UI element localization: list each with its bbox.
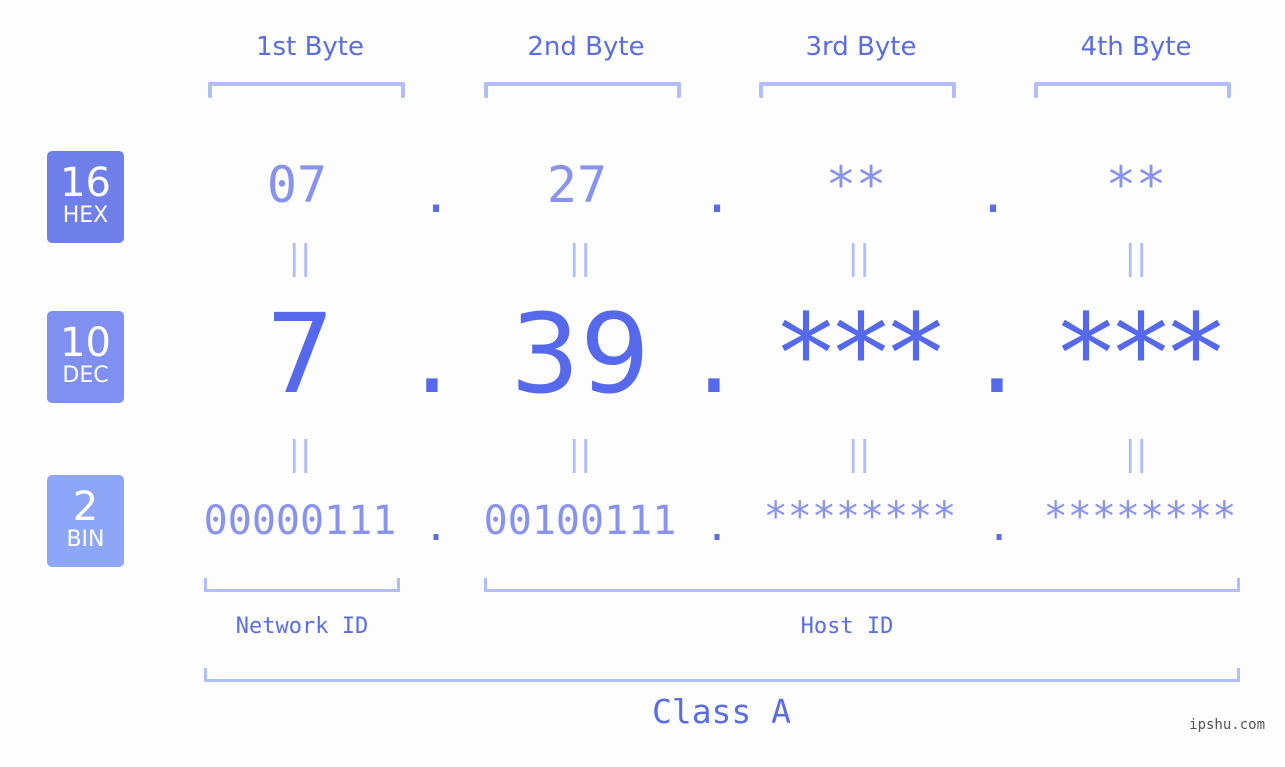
byte-bracket-1 [208, 82, 405, 98]
hex-badge-number: 16 [60, 160, 111, 206]
equals-icon: || [1124, 238, 1148, 278]
network-id-label: Network ID [235, 614, 369, 639]
byte-header-4: 4th Byte [1080, 32, 1192, 62]
hex-badge-label: HEX [62, 203, 109, 228]
byte-header-3: 3rd Byte [805, 32, 917, 62]
byte-bracket-2 [484, 82, 681, 98]
bin-badge-label: BIN [66, 527, 105, 552]
equals-icon: || [847, 238, 871, 278]
equals-icon: || [1124, 434, 1148, 474]
host-id-label: Host ID [800, 614, 894, 639]
class-label: Class A [651, 692, 792, 731]
equals-icon: || [288, 238, 312, 278]
bin-byte-3: ******** [763, 494, 957, 540]
bin-badge-number: 2 [72, 484, 99, 530]
watermark: ipshu.com [1189, 717, 1265, 733]
dec-byte-1: 7 [265, 290, 335, 418]
byte-header-2: 2nd Byte [527, 32, 645, 62]
hex-byte-3: ** [825, 156, 887, 214]
dec-badge-number: 10 [60, 320, 111, 366]
bin-byte-2: 00100111 [483, 498, 677, 544]
class-bracket [204, 668, 1240, 682]
bin-badge: 2 BIN [47, 475, 124, 567]
hex-byte-4: ** [1105, 156, 1167, 214]
dec-badge: 10 DEC [47, 311, 124, 403]
byte-header-1: 1st Byte [256, 32, 364, 62]
equals-icon: || [847, 434, 871, 474]
host-id-bracket [484, 578, 1240, 592]
bin-byte-4: ******** [1043, 494, 1237, 540]
hex-separator-1: . [421, 166, 452, 224]
byte-bracket-3 [759, 82, 956, 98]
dec-byte-2: 39 [510, 290, 650, 418]
hex-separator-2: . [702, 166, 733, 224]
dec-byte-3: *** [778, 290, 944, 418]
hex-byte-2: 27 [546, 156, 608, 214]
network-id-bracket [204, 578, 400, 592]
bin-byte-1: 00000111 [203, 498, 397, 544]
dec-byte-4: *** [1058, 290, 1224, 418]
hex-byte-1: 07 [266, 156, 328, 214]
byte-bracket-4 [1034, 82, 1231, 98]
equals-icon: || [288, 434, 312, 474]
dec-badge-label: DEC [62, 363, 109, 388]
hex-badge: 16 HEX [47, 151, 124, 243]
hex-separator-3: . [978, 166, 1009, 224]
equals-icon: || [568, 434, 592, 474]
equals-icon: || [568, 238, 592, 278]
